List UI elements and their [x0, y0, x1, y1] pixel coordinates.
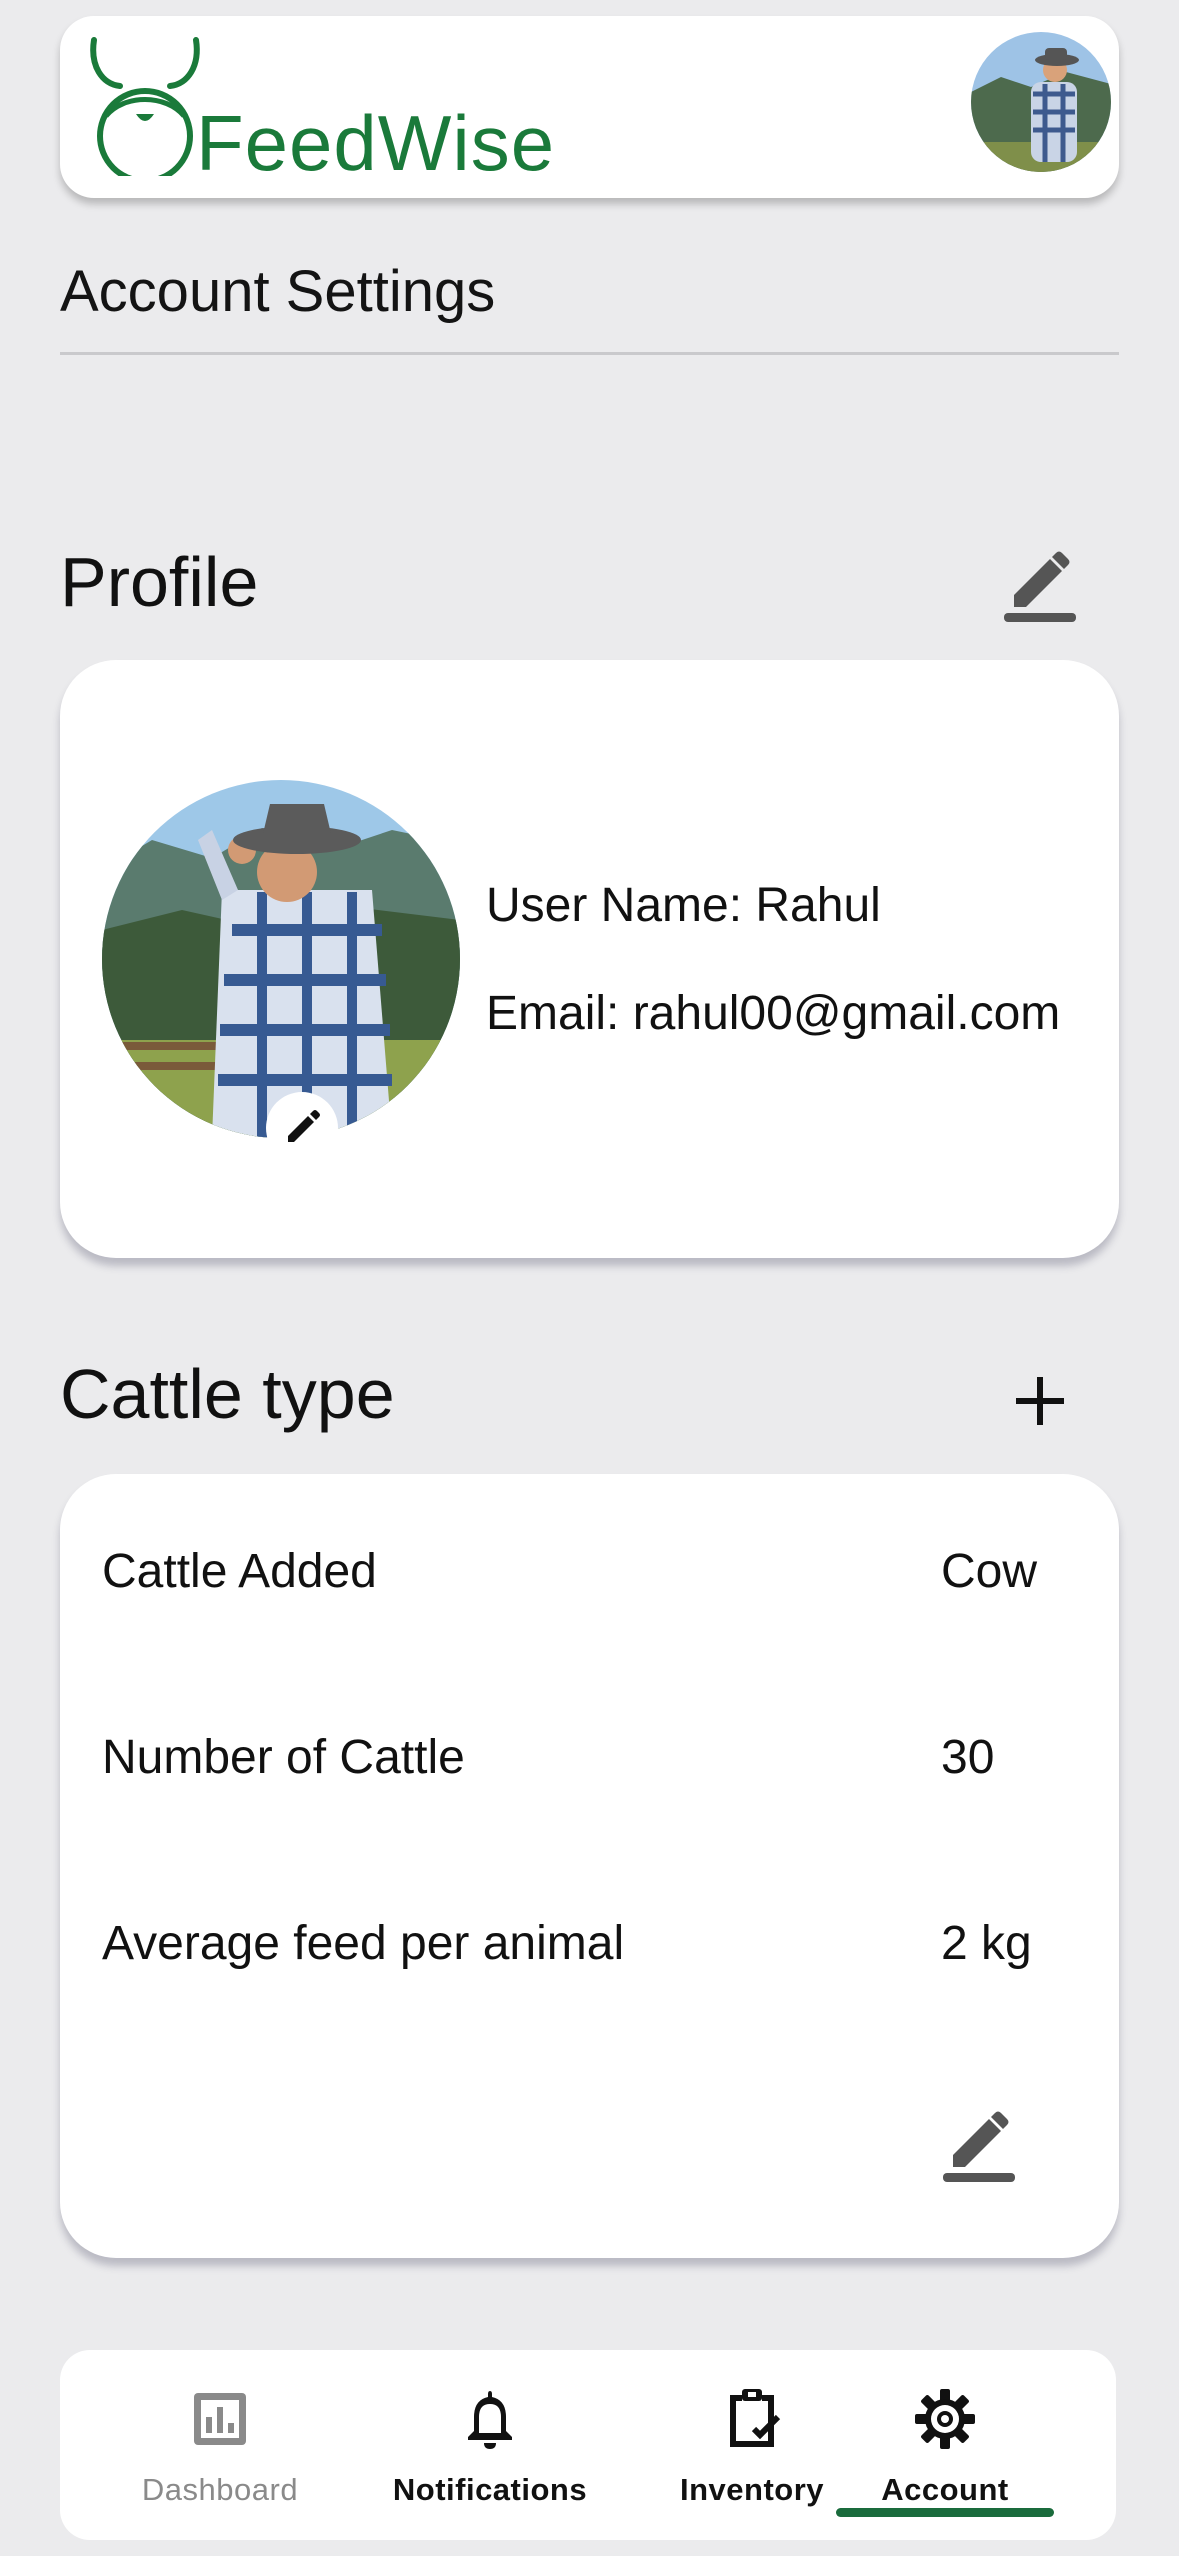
cattle-added-label: Cattle Added	[102, 1545, 377, 1598]
brand-name: FeedWise	[196, 99, 556, 187]
bull-horns-logo-icon	[90, 37, 200, 176]
nav-dashboard[interactable]: Dashboard	[120, 2350, 320, 2540]
profile-photo	[102, 780, 460, 1138]
average-feed-label: Average feed per animal	[102, 1917, 625, 1970]
edit-pencil-icon	[943, 2111, 1015, 2182]
page-title: Account Settings	[60, 259, 496, 324]
change-photo-button[interactable]	[266, 1092, 338, 1164]
nav-dashboard-label: Dashboard	[141, 2472, 299, 2507]
feedwise-logo: FeedWise	[88, 36, 628, 187]
nav-notifications-label: Notifications	[392, 2472, 588, 2507]
top-app-bar: FeedWise	[60, 16, 1119, 198]
nav-notifications[interactable]: Notifications	[380, 2350, 600, 2540]
cattle-added-value: Cow	[941, 1545, 1038, 1598]
pencil-icon	[288, 1110, 320, 1142]
account-settings-screen: FeedWise Account Settings Profile User N…	[0, 0, 1179, 2556]
edit-profile-button[interactable]	[995, 540, 1085, 630]
nav-inventory-label: Inventory	[679, 2472, 825, 2507]
cattle-card: Cattle Added Cow Number of Cattle 30 Ave…	[60, 1474, 1119, 2258]
number-of-cattle-value: 30	[941, 1731, 995, 1784]
email-text: Email: rahul00@gmail.com	[486, 987, 1061, 1040]
profile-card: User Name: Rahul Email: rahul00@gmail.co…	[60, 660, 1119, 1258]
bar-chart-icon	[194, 2393, 246, 2445]
number-of-cattle-label: Number of Cattle	[102, 1731, 465, 1784]
title-divider	[60, 352, 1119, 355]
gear-icon	[915, 2389, 975, 2449]
user-avatar[interactable]	[971, 32, 1111, 172]
nav-inventory[interactable]: Inventory	[652, 2350, 852, 2540]
clipboard-check-icon	[730, 2389, 781, 2447]
active-tab-indicator	[836, 2508, 1054, 2517]
user-name-text: User Name: Rahul	[486, 879, 881, 932]
plus-icon	[1016, 1377, 1064, 1425]
profile-heading: Profile	[60, 543, 259, 621]
edit-pencil-icon	[1004, 551, 1076, 622]
bell-icon	[468, 2391, 512, 2449]
edit-cattle-button[interactable]	[934, 2100, 1024, 2190]
add-cattle-button[interactable]	[995, 1356, 1085, 1446]
nav-account-label: Account	[881, 2472, 1009, 2507]
average-feed-value: 2 kg	[941, 1917, 1032, 1970]
cattle-type-heading: Cattle type	[60, 1355, 395, 1433]
